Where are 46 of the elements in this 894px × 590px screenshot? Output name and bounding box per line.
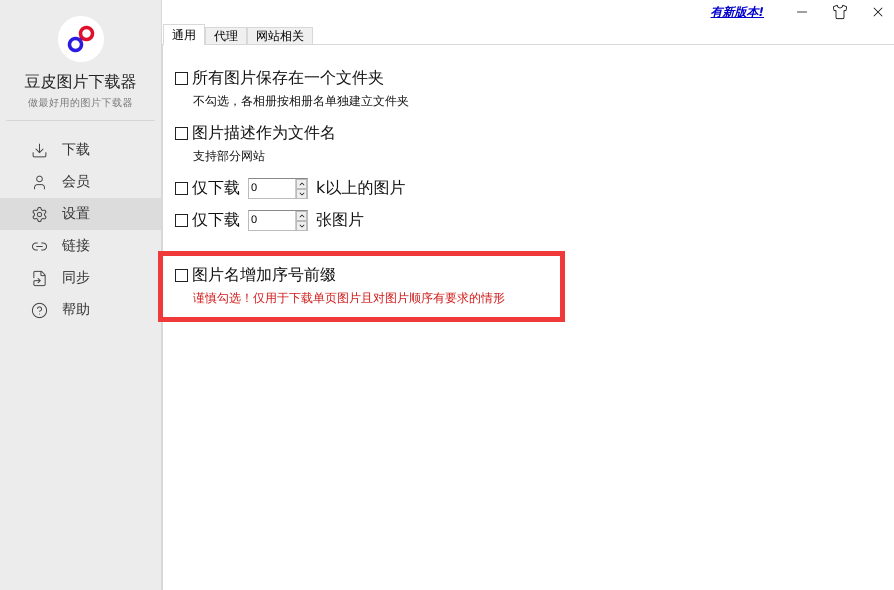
option-suffix: 张图片: [316, 210, 364, 230]
option-label: 图片描述作为文件名: [192, 122, 336, 144]
nav-item[interactable]: 帮助: [0, 294, 161, 326]
help-icon: [31, 302, 48, 318]
number-field[interactable]: 0: [248, 210, 308, 230]
option-note: 不勾选，各相册按相册名单独建立文件夹: [193, 93, 409, 110]
app-logo-icon: [58, 16, 104, 62]
number-field[interactable]: 0: [248, 178, 308, 198]
settings-icon: [31, 206, 48, 222]
option-label: 所有图片保存在一个文件夹: [192, 68, 384, 88]
checkbox[interactable]: [175, 268, 188, 282]
option-suffix: k以上的图片: [316, 178, 406, 198]
option-label: 仅下载: [192, 210, 240, 230]
down-button[interactable]: [296, 188, 307, 198]
option-note: 支持部分网站: [193, 148, 265, 165]
app-title: 豆皮图片下载器: [24, 72, 136, 93]
app-subtitle: 做最好用的图片下载器: [28, 96, 133, 110]
tab[interactable]: 代理: [205, 27, 247, 44]
document-icon: [31, 270, 48, 286]
checkbox[interactable]: [175, 126, 188, 140]
option-label: 图片名增加序号前缀: [192, 264, 336, 286]
checkbox[interactable]: [175, 182, 188, 194]
option-note: 谨慎勾选！仅用于下载单页图片且对图片顺序有要求的情形: [193, 290, 505, 307]
nav-label: 会员: [62, 173, 90, 191]
user-icon: [31, 174, 48, 190]
nav-item[interactable]: 链接: [0, 230, 161, 262]
nav-label: 链接: [62, 237, 90, 255]
tab[interactable]: 网站相关: [247, 27, 313, 44]
nav-item[interactable]: 同步: [0, 262, 161, 294]
shirt-icon[interactable]: [832, 4, 848, 20]
nav-item[interactable]: 会员: [0, 166, 161, 198]
up-button[interactable]: [296, 178, 307, 188]
checkbox[interactable]: [175, 72, 188, 84]
nav-label: 同步: [62, 269, 90, 287]
update-link[interactable]: 有新版本!: [710, 4, 764, 20]
download-icon: [31, 142, 48, 158]
down-button[interactable]: [296, 220, 307, 230]
nav-label: 下载: [62, 141, 90, 159]
checkbox[interactable]: [175, 214, 188, 226]
option-label: 仅下载: [192, 178, 240, 198]
nav-item[interactable]: 下载: [0, 134, 161, 166]
nav-label: 帮助: [62, 301, 90, 319]
up-button[interactable]: [296, 210, 307, 220]
nav-label: 设置: [62, 205, 90, 223]
tab[interactable]: 通用: [163, 24, 205, 45]
nav-item[interactable]: 设置: [0, 198, 161, 230]
